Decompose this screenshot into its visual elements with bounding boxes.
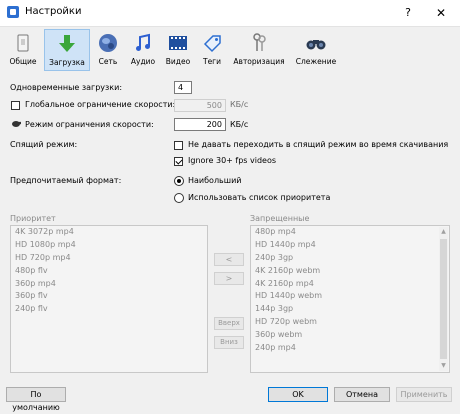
list-item[interactable]: HD 720p mp4 [11,252,207,265]
keys-icon [248,32,270,54]
prevent-sleep-checkbox[interactable] [174,141,183,150]
turtle-icon [11,119,22,128]
tab-label: Загрузка [49,58,85,67]
tab-general[interactable]: Общие [4,29,42,71]
move-up-button[interactable]: Вверх [214,317,244,330]
tab-tracking[interactable]: Слежение [292,29,340,71]
tab-audio[interactable]: Аудио [126,29,160,71]
general-icon [12,32,34,54]
list-item[interactable]: 144p 3gp [251,303,449,316]
global-limit-unit: КБ/с [230,100,249,109]
scroll-thumb[interactable] [440,239,447,359]
tab-label: Слежение [295,57,337,66]
sleep-mode-label: Спящий режим: [10,140,78,149]
tab-label: Теги [202,57,221,66]
global-limit-field[interactable]: 500 [174,99,226,112]
move-right-button[interactable]: > [214,272,244,285]
ok-button[interactable]: OK [268,387,328,402]
move-down-button[interactable]: Вниз [214,336,244,349]
tab-label: Аудио [130,57,156,66]
limit-mode-label: Режим ограничения скорости: [25,120,154,129]
limit-mode-unit: КБ/с [230,120,249,129]
window-title: Настройки [25,6,82,17]
list-item[interactable]: HD 1440p mp4 [251,239,449,252]
binoculars-icon [305,32,327,54]
ignore-fps-checkbox[interactable] [174,157,183,166]
format-largest-label: Наибольший [188,176,242,185]
tab-label: Общие [9,57,37,66]
title-bar: Настройки ? ✕ [0,0,460,27]
music-note-icon [132,32,154,54]
tab-network[interactable]: Сеть [92,29,124,71]
list-item[interactable]: 4K 2160p mp4 [251,278,449,291]
help-button[interactable]: ? [398,3,418,23]
apply-button[interactable]: Применить [396,387,452,402]
concurrent-downloads-label: Одновременные загрузки: [10,83,123,92]
limit-mode-field[interactable]: 200 [174,118,226,131]
list-item[interactable]: 360p flv [11,290,207,303]
list-item[interactable]: 240p flv [11,303,207,316]
list-item[interactable]: 240p mp4 [251,342,449,355]
priority-list[interactable]: 4K 3072p mp4 HD 1080p mp4 HD 720p mp4 48… [10,225,208,373]
film-icon [167,32,189,54]
list-item[interactable]: 4K 2160p webm [251,265,449,278]
tab-tags[interactable]: Теги [196,29,228,71]
preferred-format-label: Предпочитаемый формат: [10,176,122,185]
list-item[interactable]: HD 720p webm [251,316,449,329]
list-item[interactable]: 480p flv [11,265,207,278]
list-item[interactable]: HD 1440p webm [251,290,449,303]
list-item[interactable]: 360p webm [251,329,449,342]
app-icon [7,6,19,18]
list-item[interactable]: 4K 3072p mp4 [11,226,207,239]
list-item[interactable]: HD 1080p mp4 [11,239,207,252]
tag-icon [201,32,223,54]
list-item[interactable]: 360p mp4 [11,278,207,291]
format-priority-radio[interactable] [174,193,184,203]
list-item[interactable]: 240p 3gp [251,252,449,265]
settings-toolbar: Общие Загрузка Сеть Аудио Видео Теги Авт… [0,27,460,73]
download-arrow-icon [56,33,78,55]
global-limit-checkbox[interactable] [11,101,20,110]
tab-authorization[interactable]: Авторизация [230,29,288,71]
concurrent-downloads-field[interactable]: 4 [174,81,192,94]
priority-list-label: Приоритет [10,214,56,223]
tab-label: Сеть [98,57,118,66]
tab-video[interactable]: Видео [162,29,194,71]
ignore-fps-label: Ignore 30+ fps videos [188,156,277,165]
global-limit-label: Глобальное ограничение скорости: [25,100,176,109]
format-priority-label: Использовать список приоритета [188,193,331,202]
format-largest-radio[interactable] [174,176,184,186]
forbidden-list-label: Запрещенные [250,214,310,223]
prevent-sleep-label: Не давать переходить в спящий режим во в… [188,140,449,149]
move-left-button[interactable]: < [214,253,244,266]
tab-label: Видео [165,57,191,66]
cancel-button[interactable]: Отмена [334,387,390,402]
globe-icon [97,32,119,54]
forbidden-scrollbar[interactable]: ▲ ▼ [439,227,448,371]
tab-download[interactable]: Загрузка [44,29,90,71]
tab-label: Авторизация [233,57,285,66]
close-button[interactable]: ✕ [430,3,452,23]
forbidden-list[interactable]: 480p mp4 HD 1440p mp4 240p 3gp 4K 2160p … [250,225,450,373]
defaults-button[interactable]: По умолчанию [6,387,66,412]
scroll-up-icon[interactable]: ▲ [440,228,447,236]
list-item[interactable]: 480p mp4 [251,226,449,239]
scroll-down-icon[interactable]: ▼ [440,362,447,370]
